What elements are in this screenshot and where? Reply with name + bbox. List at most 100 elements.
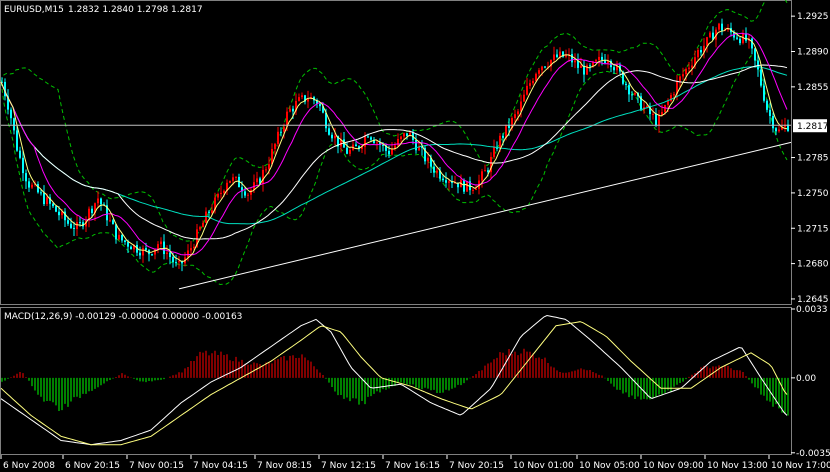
candle-body <box>154 248 156 255</box>
candle-body <box>244 191 246 196</box>
candle-body <box>109 220 111 222</box>
candle-body <box>205 211 207 223</box>
current-price-label: 1.2817 <box>797 122 829 132</box>
candle-body <box>763 85 765 101</box>
candle-body <box>76 222 78 230</box>
candle-body <box>571 54 573 63</box>
candle-body <box>628 85 630 95</box>
candle-body <box>436 170 438 173</box>
x-tick-label: 7 Nov 20:15 <box>449 461 504 471</box>
candle-body <box>235 176 237 178</box>
candle-body <box>391 148 393 155</box>
candle-body <box>775 128 777 132</box>
candle-body <box>601 56 603 60</box>
candle-body <box>346 147 348 154</box>
candle-body <box>559 51 561 58</box>
candle-body <box>754 48 756 61</box>
candle-body <box>268 164 270 170</box>
candle-body <box>307 98 309 102</box>
y-tick-label: 1.2925 <box>797 12 829 22</box>
candle-body <box>598 56 600 60</box>
candle-body <box>514 114 516 119</box>
candle-body <box>175 262 177 264</box>
candle-body <box>55 206 57 212</box>
candle-body <box>679 76 681 82</box>
candle-body <box>382 144 384 146</box>
candle-body <box>151 254 153 256</box>
candle-body <box>526 85 528 95</box>
candle-body <box>172 257 174 263</box>
candle-body <box>127 242 129 247</box>
chart-canvas[interactable]: 1.2925 1.2890 1.2855 1.2785 1.2750 1.2715 1.26… <box>0 0 830 472</box>
candle-body <box>25 173 27 182</box>
candle-body <box>493 146 495 157</box>
y-tick-label: 1.2750 <box>797 189 829 199</box>
candle-body <box>52 203 54 207</box>
x-tick-label: 7 Nov 04:15 <box>193 461 248 471</box>
candle-body <box>370 137 372 140</box>
candle-body <box>190 248 192 251</box>
main-header-ohlc: 1.2832 1.2840 1.2798 1.2817 <box>68 5 203 15</box>
y-tick-label: 1.2890 <box>797 48 829 58</box>
candle-body <box>532 81 534 84</box>
candle-body <box>229 180 231 183</box>
candle-body <box>262 169 264 184</box>
candle-body <box>499 135 501 149</box>
candle-body <box>682 74 684 77</box>
candle-body <box>427 157 429 162</box>
candle-body <box>283 126 285 132</box>
y-tick-label: 1.2645 <box>797 295 829 305</box>
candle-body <box>544 66 546 68</box>
candle-body <box>79 222 81 224</box>
candle-body <box>589 65 591 67</box>
candle-body <box>721 23 723 31</box>
candle-body <box>634 92 636 95</box>
candle-body <box>43 192 45 205</box>
candle-body <box>535 73 537 82</box>
candle-body <box>292 108 294 112</box>
main-header-symbol: EURUSD,M15 <box>4 5 64 15</box>
candle-body <box>166 252 168 255</box>
candle-body <box>541 66 543 71</box>
candle-body <box>475 188 477 190</box>
candle-body <box>697 50 699 58</box>
candle-body <box>691 65 693 68</box>
candle-body <box>505 124 507 138</box>
macd-y-tick-label: 0.0033 <box>796 305 828 315</box>
candle-body <box>91 208 93 214</box>
candle-body <box>13 118 15 131</box>
candle-body <box>139 252 141 256</box>
candle-body <box>631 94 633 96</box>
candle-body <box>673 94 675 96</box>
candle-body <box>28 181 30 188</box>
candle-body <box>778 129 780 132</box>
candle-body <box>298 97 300 101</box>
candle-body <box>406 133 408 136</box>
candle-body <box>220 192 222 194</box>
candle-body <box>88 208 90 220</box>
macd-y-tick-label: -0.00359 <box>796 449 830 459</box>
candle-body <box>19 150 21 158</box>
candle-body <box>217 193 219 198</box>
candle-body <box>646 105 648 108</box>
candle-body <box>256 178 258 183</box>
x-tick-label: 7 Nov 00:15 <box>129 461 184 471</box>
trading-chart[interactable]: 1.2925 1.2890 1.2855 1.2785 1.2750 1.2715 1.26… <box>0 0 830 472</box>
candle-body <box>73 227 75 230</box>
macd-header: MACD(12,26,9) -0.00129 -0.00004 0.00000 … <box>4 312 242 322</box>
candle-body <box>718 23 720 30</box>
x-tick-label: 7 Nov 08:15 <box>257 461 312 471</box>
candle-body <box>169 252 171 258</box>
candle-body <box>250 189 252 195</box>
candle-body <box>766 100 768 110</box>
candle-body <box>595 59 597 62</box>
candle-body <box>484 170 486 172</box>
candle-body <box>328 128 330 135</box>
candle-body <box>157 244 159 249</box>
candle-body <box>97 198 99 204</box>
candle-body <box>397 139 399 146</box>
candle-body <box>556 54 558 58</box>
candle-body <box>685 68 687 75</box>
x-tick-label: 6 Nov 2008 <box>3 461 55 471</box>
candle-body <box>700 50 702 53</box>
